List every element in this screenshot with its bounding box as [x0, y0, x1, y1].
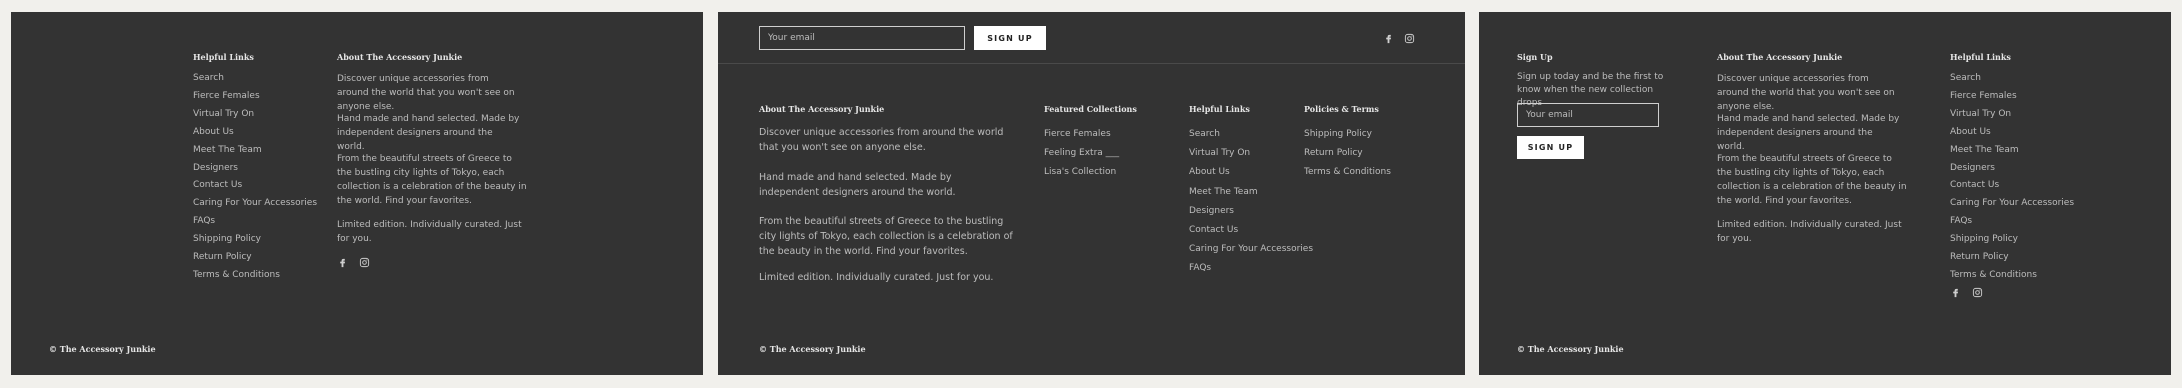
- about-paragraph: Limited edition. Individually curated. J…: [1717, 220, 1902, 244]
- footer-panel-3: Sign Up Sign up today and be the first t…: [1479, 12, 2171, 375]
- helpful-links-list: Search Fierce Females Virtual Try On Abo…: [1950, 70, 2074, 285]
- about-paragraph: Limited edition. Individually curated. J…: [759, 272, 994, 283]
- instagram-icon[interactable]: [1404, 33, 1415, 44]
- footer-panel-2: SIGN UP About The Accessory Junkie Disco…: [718, 12, 1465, 375]
- footer-link[interactable]: FAQs: [1189, 259, 1313, 278]
- helpful-links-title: Helpful Links: [1189, 104, 1250, 114]
- instagram-icon[interactable]: [1972, 287, 1983, 298]
- copyright: © The Accessory Junkie: [1517, 344, 1624, 354]
- footer-link[interactable]: Virtual Try On: [1189, 144, 1313, 163]
- signup-button[interactable]: SIGN UP: [974, 26, 1046, 50]
- about-title: About The Accessory Junkie: [337, 52, 463, 62]
- footer-link[interactable]: Search: [1950, 70, 2074, 88]
- footer-link[interactable]: Shipping Policy: [1950, 231, 2074, 249]
- footer-link[interactable]: Caring For Your Accessories: [1189, 240, 1313, 259]
- copyright: © The Accessory Junkie: [759, 344, 866, 354]
- footer-link[interactable]: Search: [193, 70, 317, 88]
- about-paragraph: Discover unique accessories from around …: [1717, 74, 1895, 112]
- footer-link[interactable]: Caring For Your Accessories: [1950, 195, 2074, 213]
- about-paragraph: Hand made and hand selected. Made by ind…: [759, 172, 956, 198]
- policies-list: Shipping Policy Return Policy Terms & Co…: [1304, 125, 1391, 182]
- about-paragraph: From the beautiful streets of Greece to …: [759, 216, 1013, 257]
- footer-link[interactable]: Caring For Your Accessories: [193, 195, 317, 213]
- footer-link[interactable]: Meet The Team: [1950, 142, 2074, 160]
- facebook-icon[interactable]: [1383, 33, 1394, 44]
- footer-link[interactable]: Designers: [193, 160, 317, 178]
- footer-link[interactable]: Search: [1189, 125, 1313, 144]
- footer-link[interactable]: Contact Us: [193, 177, 317, 195]
- featured-collections-list: Fierce Females Feeling Extra ___ Lisa's …: [1044, 125, 1119, 182]
- footer-link[interactable]: Meet The Team: [1189, 183, 1313, 202]
- helpful-links-title: Helpful Links: [193, 52, 254, 62]
- featured-collections-title: Featured Collections: [1044, 104, 1137, 114]
- footer-link[interactable]: Shipping Policy: [193, 231, 317, 249]
- footer-panel-1: Helpful Links Search Fierce Females Virt…: [11, 12, 703, 375]
- footer-link[interactable]: Designers: [1950, 160, 2074, 178]
- footer-link[interactable]: Return Policy: [1304, 144, 1391, 163]
- about-paragraph: From the beautiful streets of Greece to …: [337, 154, 527, 206]
- footer-link[interactable]: Terms & Conditions: [193, 267, 317, 285]
- footer-link[interactable]: Contact Us: [1189, 221, 1313, 240]
- footer-link[interactable]: Fierce Females: [193, 88, 317, 106]
- footer-link[interactable]: Return Policy: [193, 249, 317, 267]
- about-paragraph: Discover unique accessories from around …: [337, 74, 515, 112]
- helpful-links-title: Helpful Links: [1950, 52, 2011, 62]
- footer-link[interactable]: Fierce Females: [1950, 88, 2074, 106]
- email-input[interactable]: [759, 26, 965, 50]
- footer-link[interactable]: Lisa's Collection: [1044, 163, 1119, 182]
- footer-link[interactable]: About Us: [193, 124, 317, 142]
- footer-link[interactable]: Designers: [1189, 202, 1313, 221]
- about-paragraph: Limited edition. Individually curated. J…: [337, 220, 522, 244]
- footer-link[interactable]: Virtual Try On: [193, 106, 317, 124]
- facebook-icon[interactable]: [1950, 287, 1961, 298]
- about-title: About The Accessory Junkie: [759, 104, 885, 114]
- policies-title: Policies & Terms: [1304, 104, 1379, 114]
- facebook-icon[interactable]: [337, 257, 348, 268]
- footer-link[interactable]: About Us: [1189, 163, 1313, 182]
- footer-link[interactable]: FAQs: [193, 213, 317, 231]
- about-paragraph: Hand made and hand selected. Made by ind…: [337, 114, 520, 152]
- about-title: About The Accessory Junkie: [1717, 52, 1843, 62]
- instagram-icon[interactable]: [359, 257, 370, 268]
- footer-link[interactable]: Contact Us: [1950, 177, 2074, 195]
- footer-link[interactable]: Feeling Extra ___: [1044, 144, 1119, 163]
- footer-link[interactable]: Shipping Policy: [1304, 125, 1391, 144]
- header-divider: [718, 63, 1465, 64]
- helpful-links-list: Search Fierce Females Virtual Try On Abo…: [193, 70, 317, 285]
- email-input[interactable]: [1517, 103, 1659, 127]
- footer-link[interactable]: Terms & Conditions: [1950, 267, 2074, 285]
- footer-link[interactable]: Meet The Team: [193, 142, 317, 160]
- copyright: © The Accessory Junkie: [49, 344, 156, 354]
- signup-button[interactable]: SIGN UP: [1517, 136, 1584, 159]
- footer-link[interactable]: Return Policy: [1950, 249, 2074, 267]
- footer-link[interactable]: FAQs: [1950, 213, 2074, 231]
- signup-title: Sign Up: [1517, 52, 1553, 62]
- footer-link[interactable]: Virtual Try On: [1950, 106, 2074, 124]
- about-paragraph: Hand made and hand selected. Made by ind…: [1717, 114, 1900, 152]
- about-paragraph: From the beautiful streets of Greece to …: [1717, 154, 1907, 206]
- footer-link[interactable]: About Us: [1950, 124, 2074, 142]
- about-paragraph: Discover unique accessories from around …: [759, 127, 1004, 153]
- footer-link[interactable]: Fierce Females: [1044, 125, 1119, 144]
- helpful-links-list: Search Virtual Try On About Us Meet The …: [1189, 125, 1313, 279]
- footer-link[interactable]: Terms & Conditions: [1304, 163, 1391, 182]
